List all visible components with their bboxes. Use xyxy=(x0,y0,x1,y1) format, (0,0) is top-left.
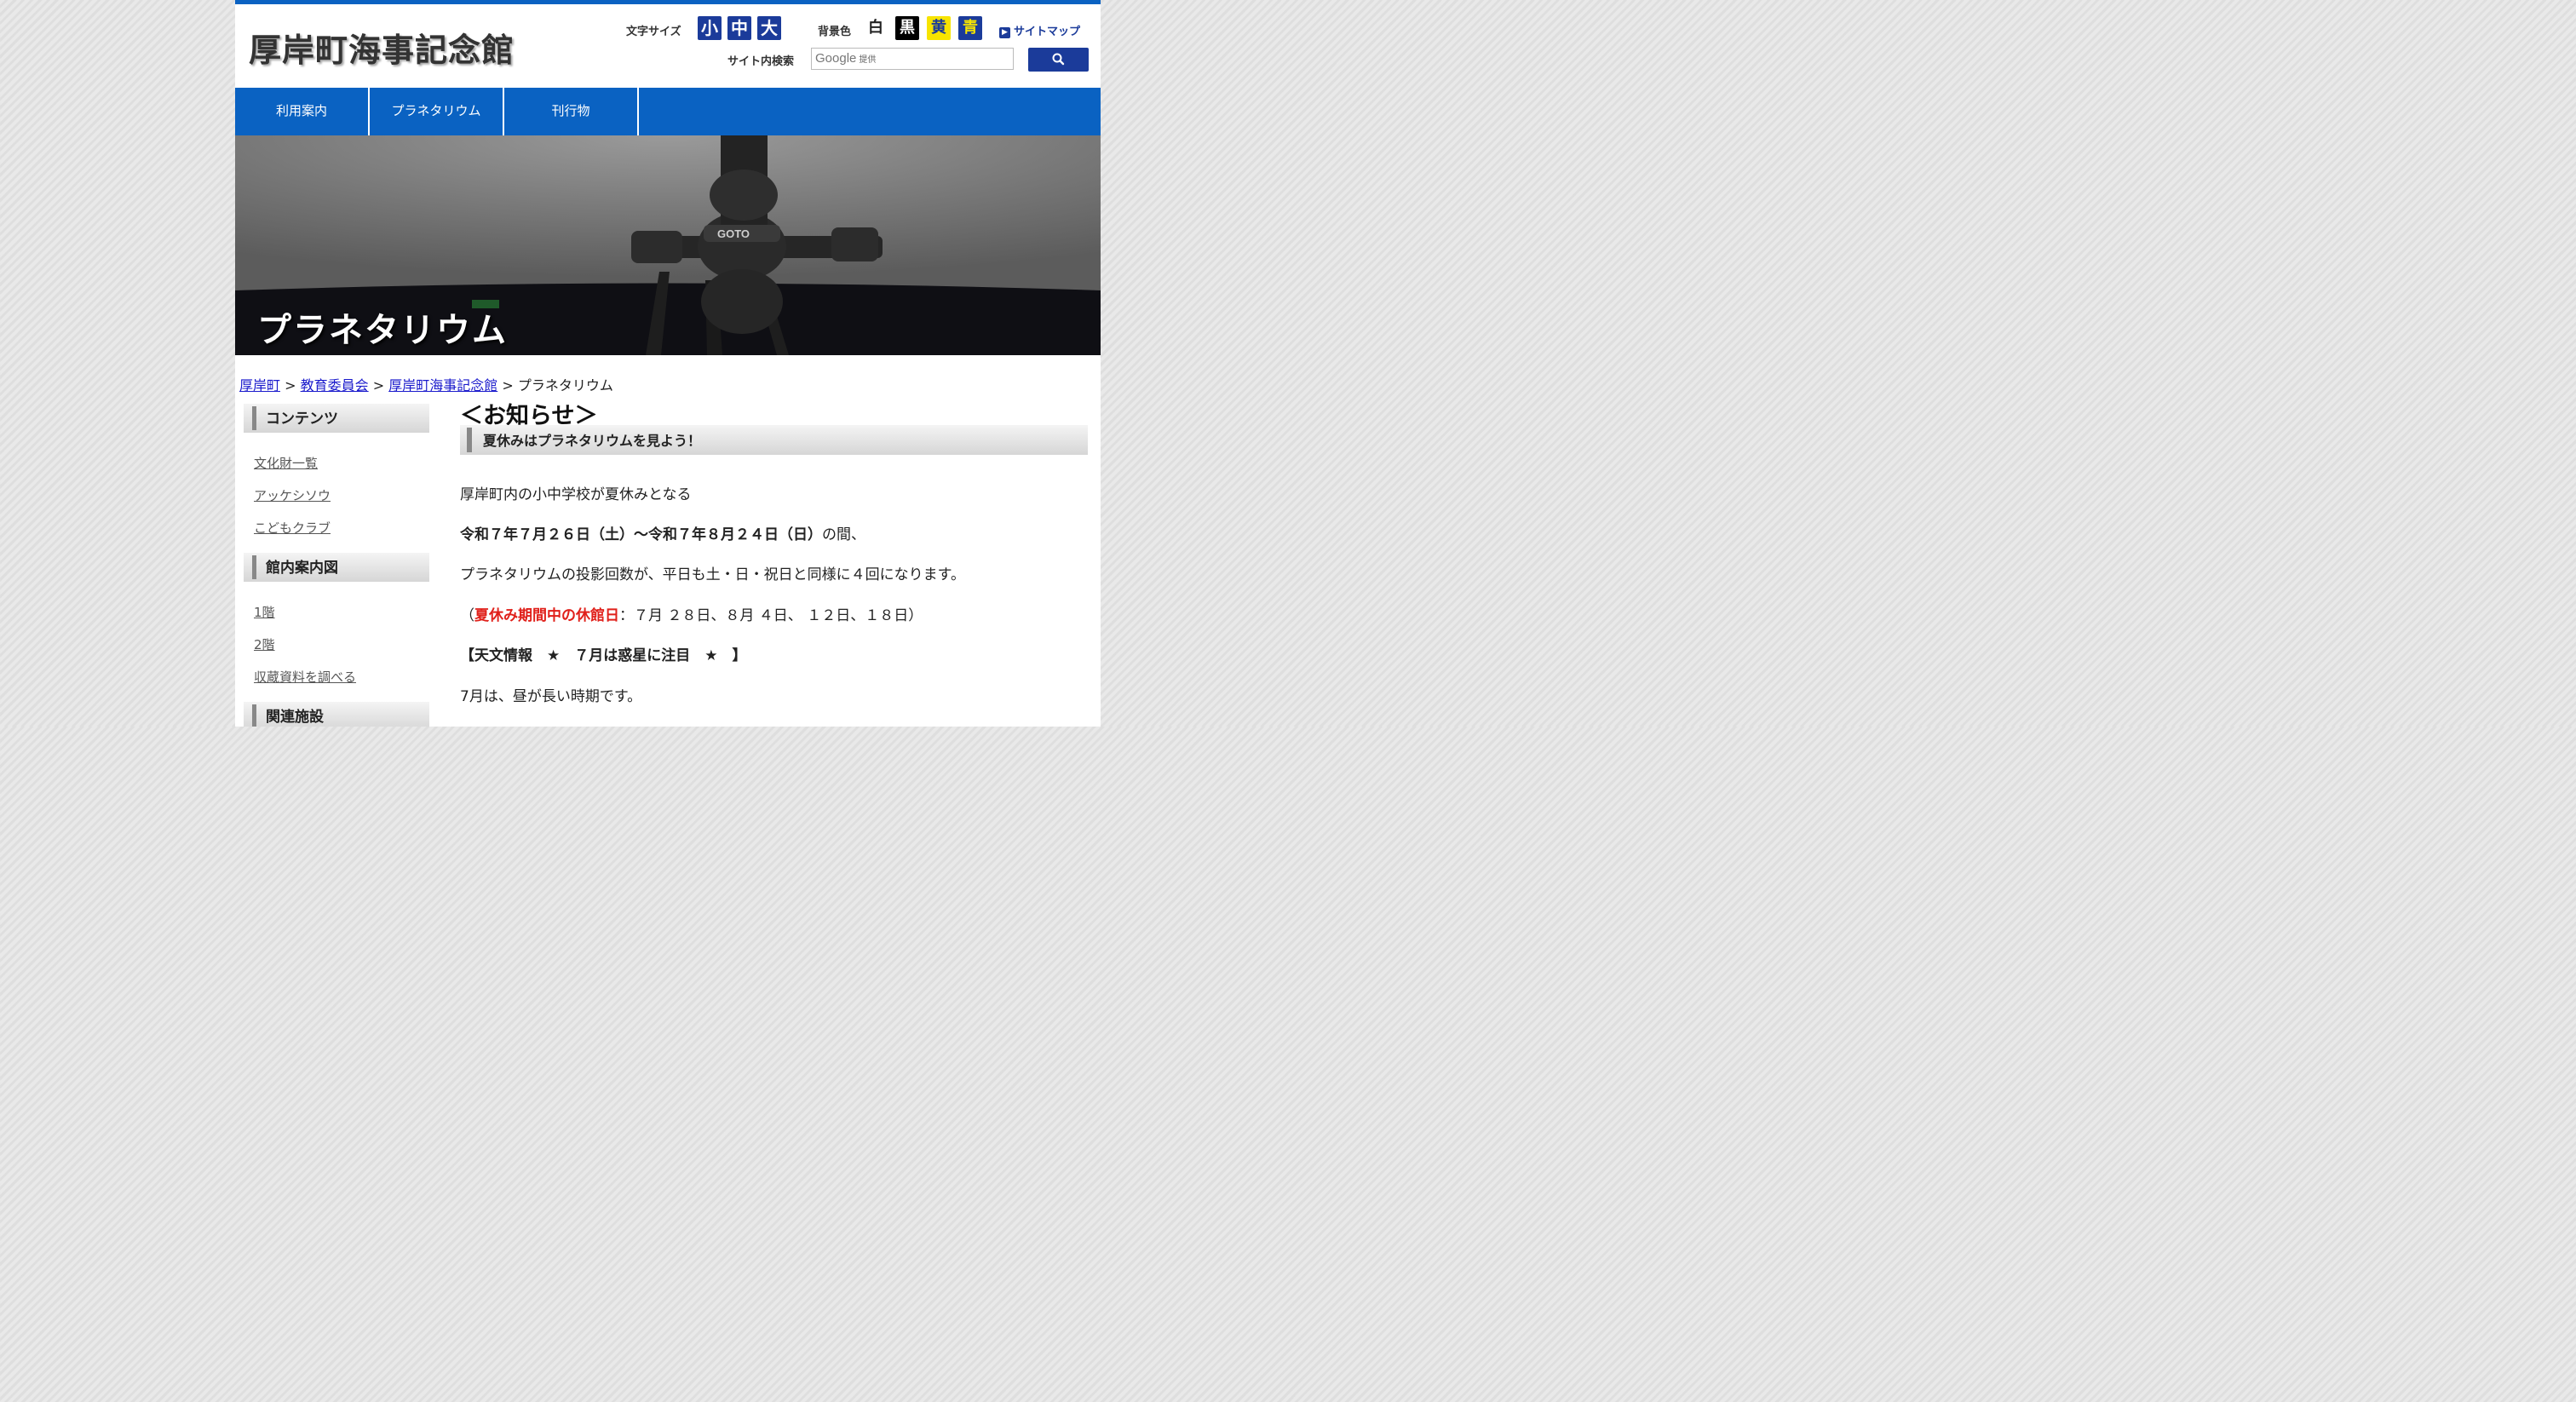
closed-days-dates: ：７月 ２８日、８月 ４日、 １２日、１８日） xyxy=(619,607,923,624)
closed-days-label: 夏休み期間中の休館日 xyxy=(474,607,619,624)
font-size-label: 文字サイズ xyxy=(626,26,681,38)
page-container: 厚岸町海事記念館 文字サイズ 小 中 大 背景色 白 黒 黄 青 ▶ サイトマップ… xyxy=(235,0,1101,727)
bg-white-button[interactable]: 白 xyxy=(864,16,888,40)
search-icon xyxy=(1052,53,1065,66)
google-brand: Google xyxy=(815,51,857,66)
sitemap-link[interactable]: ▶ サイトマップ xyxy=(999,22,1080,38)
search-input[interactable]: Google 提供 xyxy=(811,48,1014,70)
closed-open-paren: （ xyxy=(460,607,474,624)
breadcrumb: 厚岸町 > 教育委員会 > 厚岸町海事記念館 > プラネタリウム xyxy=(239,374,613,394)
font-size-small-button[interactable]: 小 xyxy=(698,16,722,40)
breadcrumb-link-board[interactable]: 教育委員会 xyxy=(301,377,369,394)
section-heading: 夏休みはプラネタリウムを見よう！ xyxy=(460,425,1088,455)
paragraph-july: 7月は、昼が長い時期です。 xyxy=(460,688,642,705)
bg-black-button[interactable]: 黒 xyxy=(895,16,919,40)
sidebar-link-floor-2[interactable]: 2階 xyxy=(254,635,275,653)
astronomy-info-heading: 【天文情報 ★ ７月は惑星に注目 ★ 】 xyxy=(460,647,747,664)
breadcrumb-separator: > xyxy=(372,377,385,394)
sidebar-link-akkeshisou[interactable]: アッケシソウ xyxy=(254,486,331,504)
sidebar-link-collection-search[interactable]: 収蔵資料を調べる xyxy=(254,668,356,686)
bg-blue-button[interactable]: 青 xyxy=(958,16,982,40)
sidebar-heading-floor-guide: 館内案内図 xyxy=(244,553,429,582)
paragraph-shows: プラネタリウムの投影回数が、平日も土・日・祝日と同様に４回になります。 xyxy=(460,566,965,583)
breadcrumb-separator: > xyxy=(285,377,296,394)
chevron-right-icon: ▶ xyxy=(999,27,1010,38)
font-size-medium-button[interactable]: 中 xyxy=(727,16,751,40)
sidebar-link-kids-club[interactable]: こどもクラブ xyxy=(254,519,331,537)
paragraph-closed-days: （夏休み期間中の休館日：７月 ２８日、８月 ４日、 １２日、１８日） xyxy=(460,603,923,624)
sidebar-heading-contents: コンテンツ xyxy=(244,404,429,433)
hero-banner: GOTO プラネタリウム xyxy=(235,135,1101,355)
bg-color-label: 背景色 xyxy=(818,26,852,38)
projector-brand-text: GOTO xyxy=(717,227,750,240)
breadcrumb-separator: > xyxy=(502,377,514,394)
nav-item-planetarium[interactable]: プラネタリウム xyxy=(370,88,504,135)
nav-item-publications[interactable]: 刊行物 xyxy=(504,88,639,135)
site-logo[interactable]: 厚岸町海事記念館 xyxy=(249,24,515,71)
breadcrumb-link-town[interactable]: 厚岸町 xyxy=(239,377,280,394)
nav-item-guide[interactable]: 利用案内 xyxy=(235,88,370,135)
sidebar-link-floor-1[interactable]: 1階 xyxy=(254,603,275,621)
hero-title: プラネタリウム xyxy=(257,310,508,350)
sitemap-label: サイトマップ xyxy=(1014,26,1081,38)
period-suffix: の間、 xyxy=(822,526,865,543)
period-dates: 令和７年７月２６日（土）〜令和７年８月２４日（日） xyxy=(460,526,822,543)
sidebar-heading-related: 関連施設 xyxy=(244,702,429,727)
search-label: サイト内検索 xyxy=(727,55,795,68)
search-provided-text: 提供 xyxy=(859,55,877,65)
font-size-large-button[interactable]: 大 xyxy=(757,16,781,40)
bg-yellow-button[interactable]: 黄 xyxy=(927,16,951,40)
search-button[interactable] xyxy=(1028,48,1089,72)
sidebar-link-cultural-assets[interactable]: 文化財一覧 xyxy=(254,454,318,472)
breadcrumb-link-museum[interactable]: 厚岸町海事記念館 xyxy=(388,377,497,394)
paragraph-period: 令和７年７月２６日（土）〜令和７年８月２４日（日）の間、 xyxy=(460,522,865,543)
breadcrumb-current: プラネタリウム xyxy=(517,377,613,394)
top-accent-bar xyxy=(235,0,1101,4)
paragraph-intro: 厚岸町内の小中学校が夏休みとなる xyxy=(460,486,692,503)
main-nav: 利用案内 プラネタリウム 刊行物 xyxy=(235,88,1101,135)
